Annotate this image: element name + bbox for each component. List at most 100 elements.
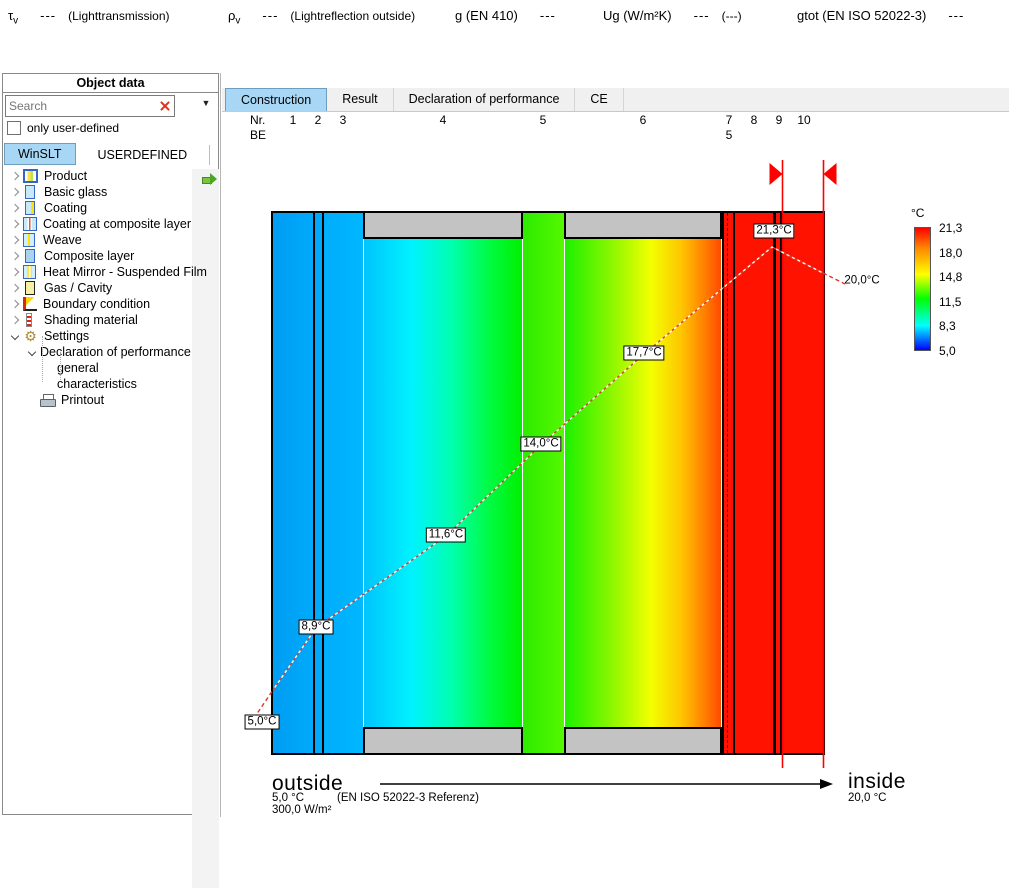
printer-icon: [40, 394, 55, 407]
sidebar-tabbar: WinSLTUSERDEFINED: [4, 144, 210, 165]
tree-expander-icon[interactable]: [9, 266, 21, 278]
param-note: (Lighttransmission): [68, 9, 169, 23]
layer-number: 10: [797, 113, 810, 127]
tree-item-characteristics[interactable]: characteristics: [5, 376, 191, 392]
arrow-head: [820, 779, 833, 789]
cursor-marker-handle[interactable]: [770, 163, 783, 185]
object-tree: Product Basic glassCoatingCoating at comp…: [5, 168, 191, 408]
cavity-gradient: [363, 239, 523, 727]
tree-expander-icon[interactable]: [9, 234, 21, 246]
scale-tick: 14,8: [939, 270, 962, 284]
param-symbol: Ug (W/m²K): [603, 8, 672, 23]
tree-expander-icon[interactable]: [9, 202, 21, 214]
tree-expander-icon[interactable]: [9, 282, 21, 294]
scale-tick: 5,0: [939, 344, 956, 358]
coating-composite-icon: [23, 217, 37, 231]
tree-item-settings[interactable]: ⚙Settings: [5, 328, 191, 344]
tab-ce[interactable]: CE: [575, 88, 623, 111]
tree-expander-icon[interactable]: [9, 298, 21, 310]
tree-expander-icon[interactable]: [9, 218, 21, 230]
export-arrow-icon[interactable]: [200, 173, 218, 186]
sidebar-tab-winslt[interactable]: WinSLT: [4, 143, 76, 165]
parameter-bar: τv---(Lighttransmission)ρv---(Lightrefle…: [0, 0, 1009, 70]
param-value: ---: [540, 8, 556, 23]
tree-item-weave[interactable]: Weave: [5, 232, 191, 248]
tree-item-coating-at-composite-layer[interactable]: Coating at composite layer: [5, 216, 191, 232]
tree-item-declaration-of-performance[interactable]: Declaration of performance: [5, 344, 191, 360]
param-g-en-410: g (EN 410) ---: [455, 8, 556, 23]
tree-spacer: [43, 362, 55, 374]
tree-item-label: Product: [44, 169, 87, 183]
tree-item-label: Weave: [43, 233, 82, 247]
tree-item-shading-material[interactable]: Shading material: [5, 312, 191, 328]
weave-icon: [23, 233, 35, 247]
gas-cavity-icon: [25, 281, 35, 295]
param-ug-w-m-k: Ug (W/m²K) --- (---): [603, 8, 742, 23]
tree-item-product[interactable]: Product: [5, 168, 191, 184]
tree-expander-icon[interactable]: [26, 346, 38, 358]
spacer-bottom: [363, 727, 523, 753]
pane-layer: [782, 213, 823, 753]
param-symbol: gtot (EN ISO 52022-3): [797, 8, 926, 23]
tree-item-label: Printout: [61, 393, 104, 407]
basic-glass-icon: [25, 185, 35, 199]
search-input[interactable]: [6, 99, 158, 113]
param-note: (---): [722, 9, 742, 23]
layer-number: 4: [440, 113, 447, 127]
cursor-marker-handle[interactable]: [824, 163, 837, 185]
param-symbol: ρv: [228, 8, 240, 23]
scale-tick: 18,0: [939, 246, 962, 260]
ruler-nr-label: Nr.: [250, 113, 265, 127]
temp-label-8-9-c: 8,9°C: [299, 620, 334, 635]
tree-expander-icon[interactable]: [9, 330, 21, 342]
search-box[interactable]: [5, 95, 175, 117]
sidebar-tab-userdefined[interactable]: USERDEFINED: [76, 145, 211, 165]
scale-tick: 11,5: [939, 295, 961, 309]
layer-number: 7: [726, 113, 733, 127]
tree-expander-icon[interactable]: [9, 186, 21, 198]
tab-declaration-of-performance[interactable]: Declaration of performance: [394, 88, 576, 111]
clear-search-icon[interactable]: [158, 99, 172, 113]
only-user-defined-label: only user-defined: [27, 121, 119, 135]
tree-expander-icon[interactable]: [9, 250, 21, 262]
temperature-color-scale: [914, 227, 931, 351]
tree-item-label: general: [57, 361, 99, 375]
param-value: ---: [40, 8, 56, 23]
pane-layer: [273, 213, 313, 753]
tree-expander-icon[interactable]: [9, 314, 21, 326]
tree-item-composite-layer[interactable]: Composite layer: [5, 248, 191, 264]
tree-item-boundary-condition[interactable]: Boundary condition: [5, 296, 191, 312]
inside-temperature: 20,0 °C: [848, 792, 886, 804]
spacer-bottom: [564, 727, 722, 753]
tree-item-heat-mirror-suspended-film[interactable]: Heat Mirror - Suspended Film: [5, 264, 191, 280]
layer-number: 3: [340, 113, 347, 127]
layer-number: 8: [751, 113, 758, 127]
tree-item-label: Shading material: [44, 313, 138, 327]
tree-item-printout[interactable]: Printout: [5, 392, 191, 408]
tree-item-label: Heat Mirror - Suspended Film: [43, 265, 207, 279]
temp-label-21-3-c: 21,3°C: [753, 224, 794, 239]
pane-layer: [315, 213, 322, 753]
temp-label-20-0-c: 20,0°C: [842, 275, 881, 288]
pane-layer: [324, 213, 363, 753]
search-dropdown-button[interactable]: ▼: [198, 98, 214, 112]
tree-item-gas-cavity[interactable]: Gas / Cavity: [5, 280, 191, 296]
tab-result[interactable]: Result: [327, 88, 393, 111]
scale-tick: 21,3: [939, 221, 962, 235]
only-user-defined-checkbox[interactable]: [7, 121, 21, 135]
layer-number: 5: [540, 113, 547, 127]
panel-divider: [220, 73, 221, 817]
param-symbol: g (EN 410): [455, 8, 518, 23]
tree-item-coating[interactable]: Coating: [5, 200, 191, 216]
tab-construction[interactable]: Construction: [225, 88, 327, 111]
tree-item-general[interactable]: general: [5, 360, 191, 376]
tree-item-basic-glass[interactable]: Basic glass: [5, 184, 191, 200]
scale-unit-label: °C: [911, 206, 924, 220]
spacer-top: [363, 213, 523, 239]
tree-item-label: Composite layer: [44, 249, 134, 263]
tree-item-label: Declaration of performance: [40, 345, 191, 359]
param-value: ---: [694, 8, 710, 23]
tree-item-label: Basic glass: [44, 185, 107, 199]
outside-temperature: 5,0 °C: [272, 792, 304, 804]
tree-expander-icon[interactable]: [9, 170, 21, 182]
